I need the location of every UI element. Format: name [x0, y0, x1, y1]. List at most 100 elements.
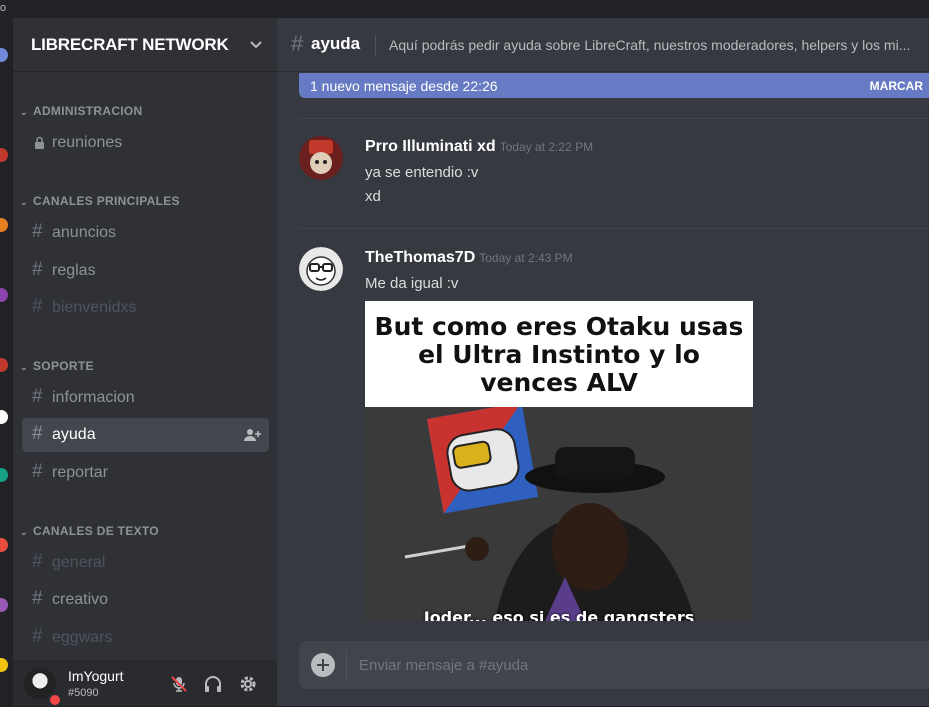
channel-label: anuncios	[52, 224, 117, 241]
hash-icon: #	[291, 31, 304, 56]
channel-label: reglas	[52, 262, 96, 279]
attachment-caption: But como eres Otaku usas el Ultra Instin…	[374, 312, 744, 397]
channel-ayuda[interactable]: # ayuda	[22, 418, 269, 452]
channel-reuniones[interactable]: reuniones	[22, 126, 269, 160]
titlebar-glyph: o	[0, 2, 7, 14]
category-label: SOPORTE	[33, 359, 94, 373]
channel-title: ayuda	[311, 34, 361, 53]
add-member-icon[interactable]	[243, 427, 261, 443]
channel-header: # ayuda Aquí podrás pedir ayuda sobre Li…	[277, 18, 929, 72]
channel-informacion[interactable]: # informacion	[22, 381, 269, 415]
message-timestamp: Today at 2:43 PM	[479, 251, 573, 265]
channel-label: informacion	[52, 389, 135, 406]
category-administracion[interactable]: ⌄ ADMINISTRACION	[20, 104, 143, 120]
chevron-down-icon[interactable]	[249, 37, 263, 51]
server-icon[interactable]	[0, 598, 8, 612]
channel-label: ayuda	[52, 426, 96, 443]
category-soporte[interactable]: ⌄ SOPORTE	[20, 359, 94, 375]
server-icon[interactable]	[0, 48, 8, 62]
message-divider	[299, 118, 929, 119]
avatar[interactable]	[299, 136, 343, 180]
channel-label: creativo	[52, 591, 109, 608]
meme-illustration	[365, 402, 753, 621]
category-canales-de-texto[interactable]: ⌄ CANALES DE TEXTO	[20, 524, 159, 540]
server-icon[interactable]	[0, 218, 8, 232]
server-header[interactable]: LIBRECRAFT NETWORK	[13, 18, 277, 72]
channel-label: bienvenidxs	[52, 299, 137, 316]
channel-label: eggwars	[52, 629, 113, 646]
message-author-row: Prro Illuminati xd Today at 2:22 PM	[365, 138, 593, 156]
category-canales-principales[interactable]: ⌄ CANALES PRINCIPALES	[20, 194, 180, 210]
message-group: Prro Illuminati xd Today at 2:22 PM ya se…	[299, 136, 919, 236]
headphones-icon[interactable]	[203, 674, 223, 694]
server-list	[0, 18, 13, 706]
user-panel: ImYogurt #5090	[13, 660, 277, 707]
user-tag: #5090	[68, 687, 99, 699]
message-input[interactable]	[359, 655, 919, 675]
header-divider	[375, 35, 376, 57]
avatar[interactable]	[299, 247, 343, 291]
hash-icon: #	[32, 386, 43, 407]
channel-reglas[interactable]: # reglas	[22, 254, 269, 288]
mark-as-read-button[interactable]: MARCAR	[870, 79, 923, 93]
server-icon[interactable]	[0, 410, 8, 424]
attachment-photo: Joder... eso si es de gangsters	[365, 402, 753, 621]
message-text: Me da igual :v	[365, 275, 459, 292]
chevron-down-icon: ⌄	[20, 107, 28, 117]
message-divider	[299, 228, 929, 229]
message-group: TheThomas7D Today at 2:43 PM Me da igual …	[299, 247, 919, 627]
channel-anuncios[interactable]: # anuncios	[22, 216, 269, 250]
window-titlebar: o	[0, 0, 929, 18]
new-messages-bar[interactable]: 1 nuevo mensaje desde 22:26 MARCAR	[299, 73, 929, 98]
channel-label: reportar	[52, 464, 109, 481]
hash-icon: #	[32, 588, 43, 609]
channel-topic[interactable]: Aquí podrás pedir ayuda sobre LibreCraft…	[389, 37, 910, 53]
channel-eggwars[interactable]: # eggwars	[22, 621, 269, 655]
message-timestamp: Today at 2:22 PM	[499, 140, 594, 154]
status-dnd-indicator	[48, 693, 62, 707]
plus-circle-icon[interactable]	[311, 653, 335, 677]
message-author[interactable]: Prro Illuminati xd	[365, 138, 496, 155]
chevron-down-icon: ⌄	[20, 197, 28, 207]
channel-reportar[interactable]: # reportar	[22, 456, 269, 490]
hash-icon: #	[32, 551, 43, 572]
composer-divider	[346, 651, 347, 679]
hash-icon: #	[32, 296, 43, 317]
channel-sidebar: LIBRECRAFT NETWORK ⌄ ADMINISTRACION reuni…	[13, 18, 277, 707]
username: ImYogurt	[68, 668, 124, 684]
hash-icon: #	[32, 259, 43, 280]
server-icon[interactable]	[0, 538, 8, 552]
attachment-subtitle: Joder... eso si es de gangsters	[423, 608, 695, 621]
channel-label: reuniones	[52, 134, 123, 151]
chevron-down-icon: ⌄	[20, 362, 28, 372]
hash-icon: #	[32, 626, 43, 647]
server-icon[interactable]	[0, 658, 8, 672]
hash-icon: #	[32, 423, 43, 444]
new-messages-text: 1 nuevo mensaje desde 22:26	[310, 78, 498, 94]
channel-bienvenidxs[interactable]: # bienvenidxs	[22, 291, 269, 325]
microphone-muted-icon[interactable]	[169, 674, 189, 694]
server-icon[interactable]	[0, 468, 8, 482]
server-icon[interactable]	[0, 148, 8, 162]
channel-creativo[interactable]: # creativo	[22, 583, 269, 617]
message-text: xd	[365, 188, 381, 205]
chat-area: # ayuda Aquí podrás pedir ayuda sobre Li…	[277, 18, 929, 706]
category-label: ADMINISTRACION	[33, 104, 143, 118]
chevron-down-icon: ⌄	[20, 527, 28, 537]
hash-icon: #	[32, 461, 43, 482]
channel-general[interactable]: # general	[22, 546, 269, 580]
category-label: CANALES PRINCIPALES	[33, 194, 180, 208]
image-attachment[interactable]: But como eres Otaku usas el Ultra Instin…	[365, 301, 753, 621]
gear-icon[interactable]	[238, 674, 258, 694]
category-label: CANALES DE TEXTO	[33, 524, 159, 538]
server-name: LIBRECRAFT NETWORK	[31, 35, 229, 54]
message-composer	[299, 641, 929, 689]
lock-icon	[35, 136, 44, 149]
channel-label: general	[52, 554, 106, 571]
hash-icon: #	[32, 221, 43, 242]
server-icon[interactable]	[0, 288, 8, 302]
server-icon[interactable]	[0, 358, 8, 372]
message-author[interactable]: TheThomas7D	[365, 249, 475, 266]
message-text: ya se entendio :v	[365, 164, 479, 181]
message-author-row: TheThomas7D Today at 2:43 PM	[365, 249, 573, 267]
